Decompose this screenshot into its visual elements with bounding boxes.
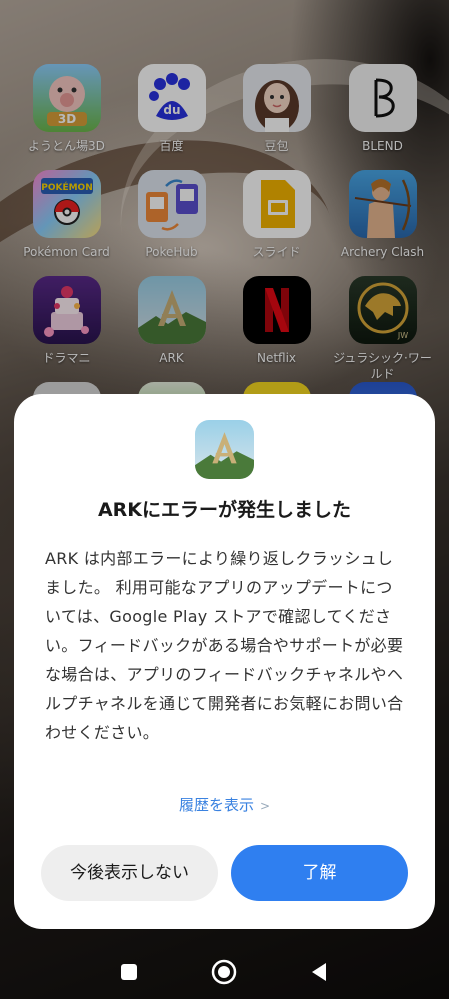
ark-icon xyxy=(195,420,254,479)
dialog-title: ARKにエラーが発生しました xyxy=(97,499,352,521)
home-circle-icon[interactable] xyxy=(209,957,239,987)
back-triangle-icon[interactable] xyxy=(304,957,334,987)
recents-square-icon[interactable] xyxy=(114,957,144,987)
chevron-right-icon: > xyxy=(259,799,271,813)
history-link-label: 履歴を表示 xyxy=(178,796,254,814)
ok-button[interactable]: 了解 xyxy=(231,845,408,901)
dont-show-again-button[interactable]: 今後表示しない xyxy=(41,845,218,901)
view-history-link[interactable]: 履歴を表示 > xyxy=(14,794,435,817)
navigation-bar xyxy=(0,945,449,999)
crash-dialog: ARKにエラーが発生しました ARK は内部エラーにより繰り返しクラッシュしまし… xyxy=(14,394,435,929)
dialog-message: ARK は内部エラーにより繰り返しクラッシュしました。 利用可能なアプリのアップ… xyxy=(45,549,404,742)
